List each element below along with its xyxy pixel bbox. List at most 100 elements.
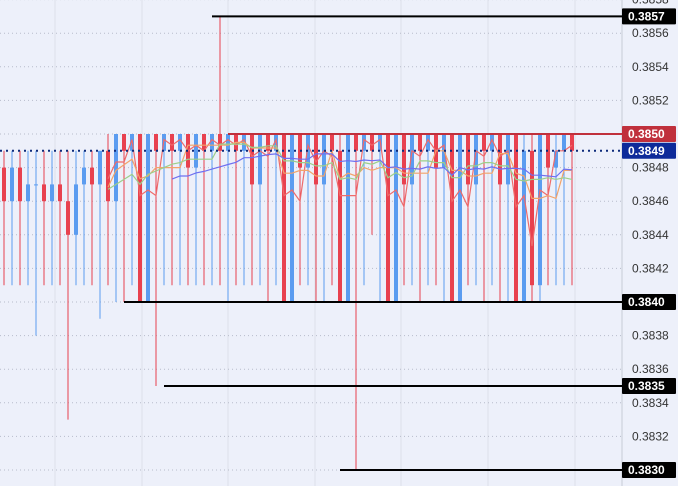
price-badge-label: 0.3849 xyxy=(628,144,665,158)
candle xyxy=(546,134,550,286)
grid xyxy=(0,0,622,486)
candle xyxy=(266,134,270,302)
candle-body xyxy=(74,184,78,235)
candle xyxy=(90,150,94,286)
candle-body xyxy=(194,134,198,168)
candle-body xyxy=(482,134,486,151)
candle xyxy=(514,134,518,302)
y-tick-label: 0.3838 xyxy=(632,329,669,343)
candle xyxy=(290,134,294,302)
candle-body xyxy=(2,167,6,202)
price-chart[interactable]: 0.3858 0.3856 0.3854 0.3852 0.3848 0.3846 0.38… xyxy=(0,0,678,486)
candle xyxy=(162,134,166,286)
candle xyxy=(450,134,454,302)
price-badge-label: 0.3840 xyxy=(628,295,665,309)
candle xyxy=(10,150,14,286)
candle-body xyxy=(562,134,566,151)
price-axis[interactable]: 0.3858 0.3856 0.3854 0.3852 0.3848 0.3846 0.38… xyxy=(621,0,669,486)
candle-body xyxy=(34,184,38,186)
candle-body xyxy=(226,134,230,151)
candle xyxy=(98,150,102,319)
candle xyxy=(530,134,534,302)
candle xyxy=(170,134,174,286)
candle xyxy=(146,134,150,302)
candle-body xyxy=(530,150,534,286)
candle-body xyxy=(394,134,398,302)
candle-body xyxy=(66,201,70,235)
candle-body xyxy=(10,167,14,202)
candle xyxy=(26,150,30,286)
candle xyxy=(418,134,422,302)
candle-body xyxy=(138,134,142,302)
candle-body xyxy=(42,184,46,202)
candle xyxy=(234,134,238,286)
candle-body xyxy=(58,184,62,202)
candle xyxy=(42,150,46,286)
candle-body xyxy=(218,134,222,151)
price-badge-label: 0.3835 xyxy=(628,379,665,393)
candle xyxy=(18,150,22,286)
candle-body xyxy=(466,134,470,185)
candle xyxy=(2,150,6,286)
candle-body xyxy=(90,167,94,185)
candle-body xyxy=(98,150,102,185)
candle-body xyxy=(114,134,118,202)
candle xyxy=(346,134,350,302)
candle xyxy=(138,134,142,302)
candle-body xyxy=(538,134,542,286)
candle xyxy=(458,134,462,302)
candle-body xyxy=(386,134,390,302)
candle xyxy=(194,134,198,286)
candle-body xyxy=(26,184,30,202)
candle xyxy=(66,150,70,420)
candle xyxy=(74,150,78,286)
candle-body xyxy=(290,134,294,302)
candle xyxy=(466,134,470,286)
candle-body xyxy=(498,134,502,185)
candle-body xyxy=(570,134,574,151)
y-tick-label: 0.3846 xyxy=(632,194,669,208)
candle-body xyxy=(522,150,526,302)
candle-body xyxy=(250,134,254,185)
candle xyxy=(370,134,374,235)
candle xyxy=(178,134,182,286)
y-tick-label: 0.3844 xyxy=(632,228,669,242)
price-badge-label: 0.3857 xyxy=(628,9,665,23)
candle xyxy=(562,134,566,286)
y-tick-label: 0.3842 xyxy=(632,261,669,275)
price-badge-label: 0.3830 xyxy=(628,463,665,477)
candle-body xyxy=(418,134,422,151)
candle-body xyxy=(322,134,326,185)
candle xyxy=(58,150,62,286)
candle xyxy=(186,134,190,286)
candle xyxy=(34,150,38,336)
candle xyxy=(402,134,406,286)
candle xyxy=(338,134,342,302)
candle-body xyxy=(450,134,454,302)
y-tick-label: 0.3858 xyxy=(632,0,669,7)
candle xyxy=(378,134,382,302)
candle xyxy=(498,134,502,302)
y-tick-label: 0.3854 xyxy=(632,60,669,74)
candle xyxy=(114,134,118,302)
candle xyxy=(362,134,366,286)
y-tick-label: 0.3852 xyxy=(632,93,669,107)
candle xyxy=(226,134,230,302)
candle xyxy=(426,134,430,286)
candle-body xyxy=(330,134,334,151)
candle xyxy=(82,150,86,286)
candle xyxy=(322,134,326,302)
candle xyxy=(202,134,206,286)
y-tick-label: 0.3834 xyxy=(632,396,669,410)
candle xyxy=(538,134,542,302)
candle-body xyxy=(370,134,374,151)
candle-body xyxy=(346,134,350,302)
candle xyxy=(434,134,438,286)
y-tick-label: 0.3856 xyxy=(632,26,669,40)
candle xyxy=(490,134,494,286)
candle xyxy=(394,134,398,302)
y-tick-label: 0.3848 xyxy=(632,161,669,175)
candle xyxy=(242,134,246,286)
candle xyxy=(570,134,574,286)
candle-body xyxy=(146,134,150,302)
